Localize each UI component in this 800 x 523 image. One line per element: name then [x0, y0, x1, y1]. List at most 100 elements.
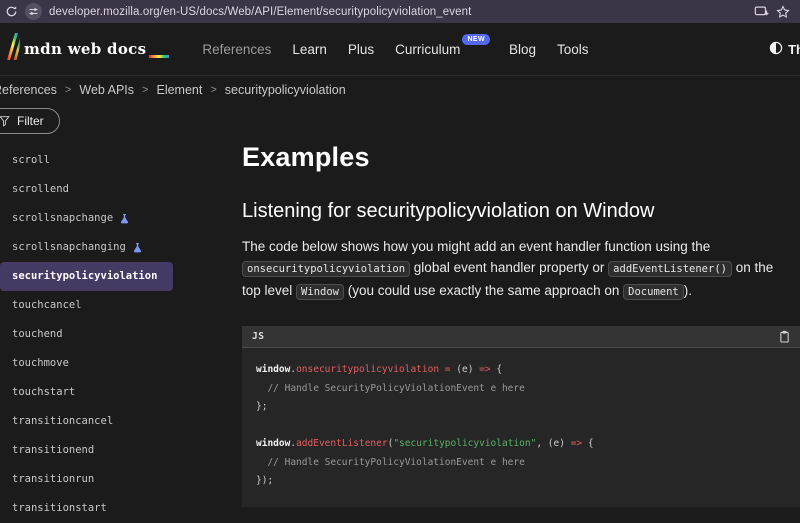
breadcrumb-item[interactable]: Web APIs	[79, 83, 134, 97]
browser-chrome: developer.mozilla.org/en-US/docs/Web/API…	[0, 0, 800, 23]
nav-item-curriculum[interactable]: CurriculumNEW	[395, 42, 488, 57]
main-nav: References Learn Plus CurriculumNEW Blog Tool…	[202, 42, 588, 57]
sidebar-item-label: transitionrun	[12, 473, 94, 486]
code-line	[256, 417, 786, 436]
paragraph-text: (you could use exactly the same approach…	[344, 283, 623, 298]
sidebar-item-label: scrollend	[12, 183, 69, 196]
code-token: )	[468, 364, 479, 375]
sidebar-item-label: scrollsnapchange	[12, 212, 113, 225]
sidebar-item-label: touchcancel	[12, 299, 82, 312]
logo-wordmark: mdn web docs	[24, 40, 146, 58]
breadcrumb-separator: >	[65, 84, 71, 96]
code-example-header: JS	[242, 326, 800, 348]
sidebar-item-label: transitioncancel	[12, 415, 113, 428]
section-heading: Listening for securitypolicyviolation on…	[242, 200, 800, 223]
code-language-label: JS	[252, 331, 264, 342]
sidebar-item-label: touchend	[12, 328, 63, 341]
paragraph-text: The code below shows how you might add a…	[242, 239, 710, 254]
experimental-flask-icon	[132, 242, 143, 253]
mdn-header: mdn web docs References Learn Plus Curricul…	[0, 23, 800, 76]
theme-toggle[interactable]: Theme	[769, 41, 800, 58]
code-example-block: JS window.onsecuritypolicyviolation = (e…	[242, 326, 800, 507]
sidebar-item-label: transitionstart	[12, 502, 107, 515]
sidebar-item-transitioncancel[interactable]: transitioncancel	[0, 407, 125, 436]
sidebar-item-label: touchmove	[12, 357, 69, 370]
sidebar-item-touchcancel[interactable]: touchcancel	[0, 291, 94, 320]
inline-code: Document	[623, 284, 684, 300]
sidebar-item-label: touchstart	[12, 386, 75, 399]
bookmark-star-icon[interactable]	[776, 5, 790, 19]
paragraph-text: ).	[684, 283, 692, 298]
nav-item-blog[interactable]: Blog	[509, 42, 536, 57]
breadcrumb: References > Web APIs > Element > securitypoli…	[0, 76, 800, 103]
code-token: // Handle SecurityPolicyViolationEvent e…	[256, 383, 525, 394]
description-paragraph: The code below shows how you might add a…	[242, 236, 794, 303]
nav-item-plus[interactable]: Plus	[348, 42, 374, 57]
code-token: )	[559, 438, 570, 449]
sidebar-item-transitionstart[interactable]: transitionstart	[0, 494, 119, 523]
theme-icon	[769, 41, 783, 58]
code-line: };	[256, 398, 786, 417]
sidebar-item-transitionrun[interactable]: transitionrun	[0, 465, 106, 494]
code-token: "securitypolicyviolation"	[393, 438, 536, 449]
sidebar: Filter scrollscrollendscrollsnapchangesc…	[0, 103, 242, 523]
experimental-flask-icon	[119, 213, 130, 224]
sidebar-item-securitypolicyviolation[interactable]: securitypolicyviolation	[0, 262, 173, 291]
breadcrumb-item[interactable]: securitypolicyviolation	[225, 83, 346, 97]
code-token: =>	[479, 364, 490, 375]
code-token: =>	[571, 438, 582, 449]
sidebar-item-scrollsnapchange[interactable]: scrollsnapchange	[0, 204, 142, 233]
nav-item-references[interactable]: References	[202, 42, 271, 57]
inline-code: onsecuritypolicyviolation	[242, 261, 410, 277]
mdn-logo-mark-icon	[7, 33, 20, 65]
sidebar-item-touchend[interactable]: touchend	[0, 320, 75, 349]
examples-heading: Examples	[242, 142, 800, 173]
sidebar-event-list: scroll scrollend scrollsnapchange scrollsna…	[0, 146, 242, 523]
sidebar-item-touchstart[interactable]: touchstart	[0, 378, 87, 407]
sidebar-item-scrollend[interactable]: scrollend	[0, 175, 81, 204]
code-token: {	[582, 438, 593, 449]
code-line: // Handle SecurityPolicyViolationEvent e…	[256, 380, 786, 399]
nav-item-learn[interactable]: Learn	[292, 42, 327, 57]
new-badge: NEW	[462, 34, 490, 45]
sidebar-item-scrollsnapchanging[interactable]: scrollsnapchanging	[0, 233, 155, 262]
code-token: (	[451, 364, 462, 375]
code-line: window.addEventListener("securitypolicyv…	[256, 435, 786, 454]
site-settings-icon[interactable]	[25, 3, 42, 20]
filter-button[interactable]: Filter	[0, 108, 60, 134]
url-bar[interactable]: developer.mozilla.org/en-US/docs/Web/API…	[49, 6, 747, 18]
paragraph-text: global event handler property or	[410, 260, 608, 275]
sidebar-item-scroll[interactable]: scroll	[0, 146, 62, 175]
code-token: , (	[536, 438, 553, 449]
breadcrumb-item[interactable]: References	[0, 83, 57, 97]
sidebar-item-label: scroll	[12, 154, 50, 167]
code-token: onsecuritypolicyviolation	[296, 364, 439, 375]
sidebar-item-label: scrollsnapchanging	[12, 241, 126, 254]
sidebar-item-touchmove[interactable]: touchmove	[0, 349, 81, 378]
nav-item-tools[interactable]: Tools	[557, 42, 589, 57]
code-line: // Handle SecurityPolicyViolationEvent e…	[256, 454, 786, 473]
breadcrumb-separator: >	[142, 84, 148, 96]
reload-icon[interactable]	[5, 5, 18, 18]
code-line: window.onsecuritypolicyviolation = (e) =…	[256, 361, 786, 380]
sidebar-item-label: transitionend	[12, 444, 94, 457]
breadcrumb-separator: >	[210, 84, 216, 96]
sidebar-item-label: securitypolicyviolation	[12, 270, 157, 283]
save-page-icon[interactable]	[754, 5, 769, 18]
inline-code: Window	[296, 284, 344, 300]
code-token: window	[256, 364, 290, 375]
code-token: // Handle SecurityPolicyViolationEvent e…	[256, 457, 525, 468]
inline-code: addEventListener()	[608, 261, 732, 277]
code-body: window.onsecuritypolicyviolation = (e) =…	[242, 348, 800, 507]
code-token: };	[256, 401, 267, 412]
breadcrumb-item[interactable]: Element	[156, 83, 202, 97]
funnel-icon	[0, 115, 10, 127]
sidebar-item-transitionend[interactable]: transitionend	[0, 436, 106, 465]
code-token: window	[256, 438, 290, 449]
copy-icon[interactable]	[779, 330, 790, 343]
mdn-logo[interactable]: mdn web docs	[10, 33, 169, 65]
logo-underline	[149, 55, 169, 58]
filter-label: Filter	[17, 114, 44, 128]
theme-label: Theme	[788, 42, 800, 57]
code-token: addEventListener	[296, 438, 388, 449]
